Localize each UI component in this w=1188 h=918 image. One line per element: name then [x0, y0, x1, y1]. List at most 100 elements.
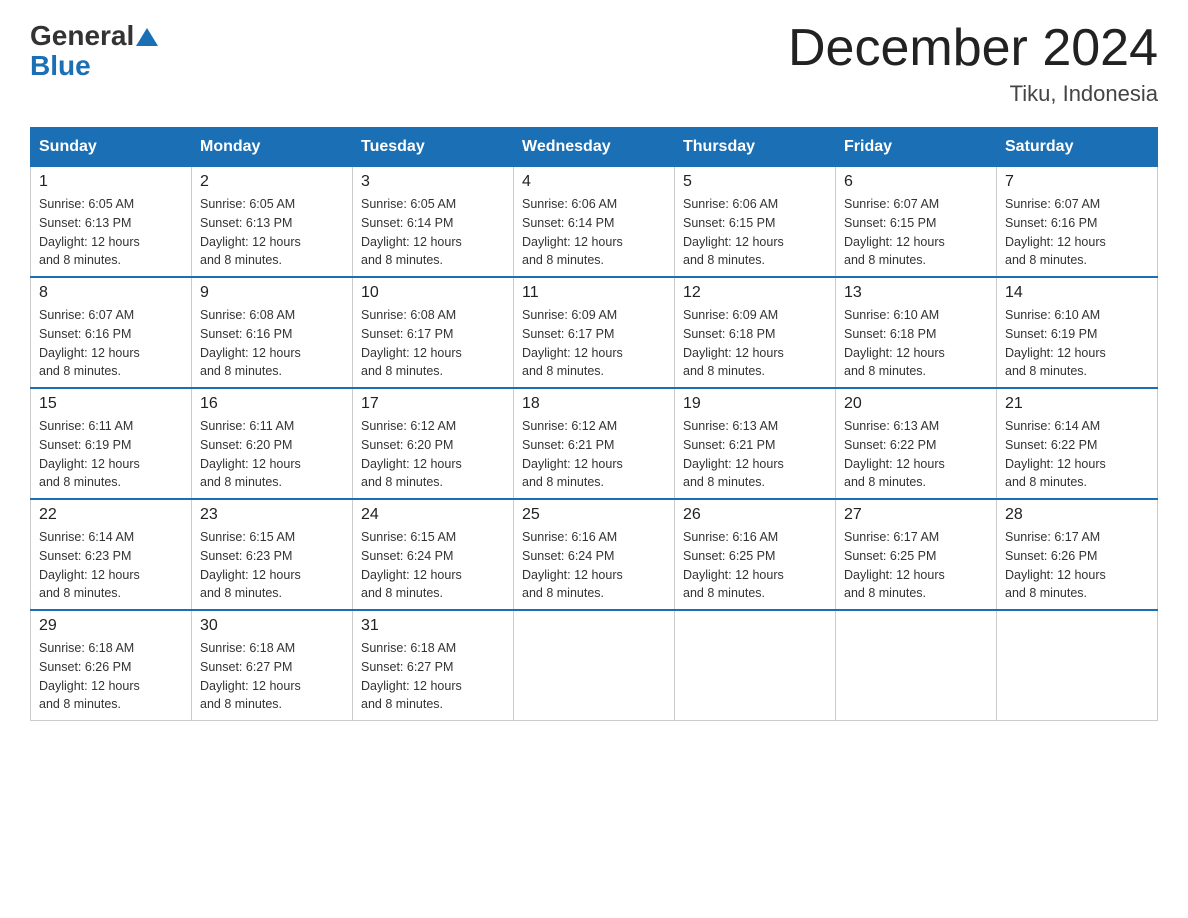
- logo-triangle-icon: [136, 26, 158, 48]
- day-info: Sunrise: 6:12 AMSunset: 6:20 PMDaylight:…: [361, 419, 462, 489]
- day-number: 19: [683, 395, 827, 413]
- day-number: 15: [39, 395, 183, 413]
- calendar-cell: 18 Sunrise: 6:12 AMSunset: 6:21 PMDaylig…: [514, 388, 675, 499]
- logo-blue-text: Blue: [30, 52, 158, 80]
- title-area: December 2024 Tiku, Indonesia: [788, 20, 1158, 107]
- day-number: 10: [361, 284, 505, 302]
- day-info: Sunrise: 6:14 AMSunset: 6:22 PMDaylight:…: [1005, 419, 1106, 489]
- day-number: 9: [200, 284, 344, 302]
- calendar-cell: 31 Sunrise: 6:18 AMSunset: 6:27 PMDaylig…: [353, 610, 514, 721]
- day-number: 3: [361, 173, 505, 191]
- calendar-cell: 27 Sunrise: 6:17 AMSunset: 6:25 PMDaylig…: [836, 499, 997, 610]
- day-info: Sunrise: 6:11 AMSunset: 6:19 PMDaylight:…: [39, 419, 140, 489]
- calendar-cell: [997, 610, 1158, 721]
- calendar-cell: 7 Sunrise: 6:07 AMSunset: 6:16 PMDayligh…: [997, 167, 1158, 278]
- header-saturday: Saturday: [997, 128, 1158, 167]
- calendar-week-row: 8 Sunrise: 6:07 AMSunset: 6:16 PMDayligh…: [31, 277, 1158, 388]
- day-info: Sunrise: 6:09 AMSunset: 6:18 PMDaylight:…: [683, 308, 784, 378]
- page-header: General Blue December 2024 Tiku, Indones…: [30, 20, 1158, 107]
- logo: General Blue: [30, 20, 158, 80]
- day-info: Sunrise: 6:05 AMSunset: 6:13 PMDaylight:…: [200, 197, 301, 267]
- day-info: Sunrise: 6:12 AMSunset: 6:21 PMDaylight:…: [522, 419, 623, 489]
- day-info: Sunrise: 6:18 AMSunset: 6:26 PMDaylight:…: [39, 641, 140, 711]
- logo-general-text: General: [30, 20, 134, 52]
- calendar-cell: 15 Sunrise: 6:11 AMSunset: 6:19 PMDaylig…: [31, 388, 192, 499]
- day-number: 11: [522, 284, 666, 302]
- day-number: 16: [200, 395, 344, 413]
- day-number: 23: [200, 506, 344, 524]
- header-sunday: Sunday: [31, 128, 192, 167]
- day-number: 4: [522, 173, 666, 191]
- calendar-cell: 21 Sunrise: 6:14 AMSunset: 6:22 PMDaylig…: [997, 388, 1158, 499]
- day-number: 20: [844, 395, 988, 413]
- day-info: Sunrise: 6:05 AMSunset: 6:13 PMDaylight:…: [39, 197, 140, 267]
- day-info: Sunrise: 6:15 AMSunset: 6:24 PMDaylight:…: [361, 530, 462, 600]
- day-info: Sunrise: 6:10 AMSunset: 6:19 PMDaylight:…: [1005, 308, 1106, 378]
- day-number: 8: [39, 284, 183, 302]
- calendar-cell: 4 Sunrise: 6:06 AMSunset: 6:14 PMDayligh…: [514, 167, 675, 278]
- day-info: Sunrise: 6:13 AMSunset: 6:22 PMDaylight:…: [844, 419, 945, 489]
- day-number: 12: [683, 284, 827, 302]
- day-number: 14: [1005, 284, 1149, 302]
- day-number: 18: [522, 395, 666, 413]
- calendar-cell: 29 Sunrise: 6:18 AMSunset: 6:26 PMDaylig…: [31, 610, 192, 721]
- day-info: Sunrise: 6:07 AMSunset: 6:15 PMDaylight:…: [844, 197, 945, 267]
- calendar-cell: 10 Sunrise: 6:08 AMSunset: 6:17 PMDaylig…: [353, 277, 514, 388]
- day-number: 5: [683, 173, 827, 191]
- calendar-cell: 16 Sunrise: 6:11 AMSunset: 6:20 PMDaylig…: [192, 388, 353, 499]
- calendar-cell: 30 Sunrise: 6:18 AMSunset: 6:27 PMDaylig…: [192, 610, 353, 721]
- day-info: Sunrise: 6:06 AMSunset: 6:15 PMDaylight:…: [683, 197, 784, 267]
- day-info: Sunrise: 6:09 AMSunset: 6:17 PMDaylight:…: [522, 308, 623, 378]
- calendar-cell: 8 Sunrise: 6:07 AMSunset: 6:16 PMDayligh…: [31, 277, 192, 388]
- calendar-cell: 2 Sunrise: 6:05 AMSunset: 6:13 PMDayligh…: [192, 167, 353, 278]
- day-number: 30: [200, 617, 344, 635]
- header-wednesday: Wednesday: [514, 128, 675, 167]
- day-info: Sunrise: 6:18 AMSunset: 6:27 PMDaylight:…: [361, 641, 462, 711]
- calendar-cell: 9 Sunrise: 6:08 AMSunset: 6:16 PMDayligh…: [192, 277, 353, 388]
- day-number: 28: [1005, 506, 1149, 524]
- calendar-week-row: 15 Sunrise: 6:11 AMSunset: 6:19 PMDaylig…: [31, 388, 1158, 499]
- calendar-week-row: 29 Sunrise: 6:18 AMSunset: 6:26 PMDaylig…: [31, 610, 1158, 721]
- day-number: 7: [1005, 173, 1149, 191]
- calendar-week-row: 22 Sunrise: 6:14 AMSunset: 6:23 PMDaylig…: [31, 499, 1158, 610]
- day-number: 27: [844, 506, 988, 524]
- calendar-cell: 23 Sunrise: 6:15 AMSunset: 6:23 PMDaylig…: [192, 499, 353, 610]
- day-info: Sunrise: 6:18 AMSunset: 6:27 PMDaylight:…: [200, 641, 301, 711]
- calendar-table: SundayMondayTuesdayWednesdayThursdayFrid…: [30, 127, 1158, 721]
- calendar-header-row: SundayMondayTuesdayWednesdayThursdayFrid…: [31, 128, 1158, 167]
- day-info: Sunrise: 6:16 AMSunset: 6:24 PMDaylight:…: [522, 530, 623, 600]
- location-text: Tiku, Indonesia: [788, 81, 1158, 107]
- calendar-cell: 17 Sunrise: 6:12 AMSunset: 6:20 PMDaylig…: [353, 388, 514, 499]
- calendar-week-row: 1 Sunrise: 6:05 AMSunset: 6:13 PMDayligh…: [31, 167, 1158, 278]
- day-info: Sunrise: 6:08 AMSunset: 6:17 PMDaylight:…: [361, 308, 462, 378]
- header-tuesday: Tuesday: [353, 128, 514, 167]
- calendar-cell: [836, 610, 997, 721]
- calendar-cell: 11 Sunrise: 6:09 AMSunset: 6:17 PMDaylig…: [514, 277, 675, 388]
- day-number: 17: [361, 395, 505, 413]
- day-number: 21: [1005, 395, 1149, 413]
- calendar-cell: 1 Sunrise: 6:05 AMSunset: 6:13 PMDayligh…: [31, 167, 192, 278]
- day-info: Sunrise: 6:14 AMSunset: 6:23 PMDaylight:…: [39, 530, 140, 600]
- day-info: Sunrise: 6:16 AMSunset: 6:25 PMDaylight:…: [683, 530, 784, 600]
- header-thursday: Thursday: [675, 128, 836, 167]
- header-monday: Monday: [192, 128, 353, 167]
- day-number: 13: [844, 284, 988, 302]
- day-info: Sunrise: 6:10 AMSunset: 6:18 PMDaylight:…: [844, 308, 945, 378]
- calendar-cell: 5 Sunrise: 6:06 AMSunset: 6:15 PMDayligh…: [675, 167, 836, 278]
- day-number: 31: [361, 617, 505, 635]
- calendar-cell: 28 Sunrise: 6:17 AMSunset: 6:26 PMDaylig…: [997, 499, 1158, 610]
- calendar-cell: 13 Sunrise: 6:10 AMSunset: 6:18 PMDaylig…: [836, 277, 997, 388]
- calendar-cell: 26 Sunrise: 6:16 AMSunset: 6:25 PMDaylig…: [675, 499, 836, 610]
- calendar-cell: 20 Sunrise: 6:13 AMSunset: 6:22 PMDaylig…: [836, 388, 997, 499]
- day-info: Sunrise: 6:17 AMSunset: 6:26 PMDaylight:…: [1005, 530, 1106, 600]
- day-info: Sunrise: 6:07 AMSunset: 6:16 PMDaylight:…: [1005, 197, 1106, 267]
- calendar-cell: [514, 610, 675, 721]
- day-number: 1: [39, 173, 183, 191]
- month-title: December 2024: [788, 20, 1158, 77]
- day-number: 22: [39, 506, 183, 524]
- calendar-cell: 22 Sunrise: 6:14 AMSunset: 6:23 PMDaylig…: [31, 499, 192, 610]
- day-info: Sunrise: 6:17 AMSunset: 6:25 PMDaylight:…: [844, 530, 945, 600]
- calendar-cell: 25 Sunrise: 6:16 AMSunset: 6:24 PMDaylig…: [514, 499, 675, 610]
- day-number: 25: [522, 506, 666, 524]
- day-number: 2: [200, 173, 344, 191]
